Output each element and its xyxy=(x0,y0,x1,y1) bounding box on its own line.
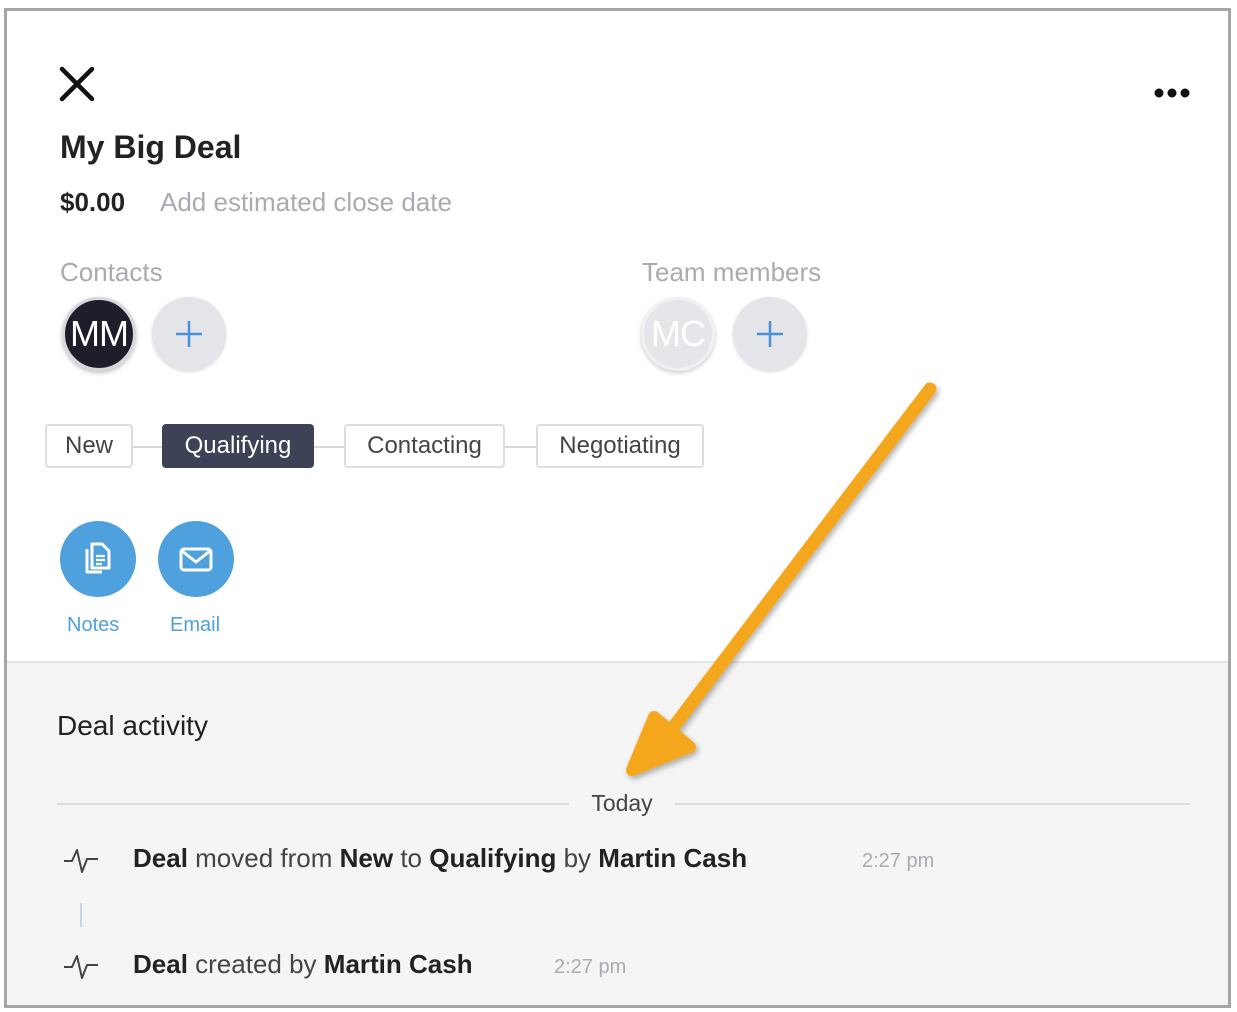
activity-user: Martin Cash xyxy=(323,949,473,979)
notes-label[interactable]: Notes xyxy=(67,614,119,637)
divider xyxy=(57,803,569,805)
add-contact-button[interactable] xyxy=(152,297,226,371)
day-label: Today xyxy=(591,790,653,816)
deal-title: My Big Deal xyxy=(60,129,242,165)
activity-to-stage: Qualifying xyxy=(429,843,557,873)
close-icon[interactable] xyxy=(59,66,95,102)
deal-detail-panel: My Big Deal $0.00 Add estimated close da… xyxy=(4,8,1231,1008)
activity-text-fragment: created by xyxy=(187,949,324,979)
notes-icon xyxy=(85,542,111,574)
activity-item-text: Deal moved from New to Qualifying by Mar… xyxy=(133,843,747,874)
divider xyxy=(675,803,1190,805)
team-members-label: Team members xyxy=(642,257,822,287)
deal-amount[interactable]: $0.00 xyxy=(60,187,125,218)
more-options-icon[interactable] xyxy=(1147,81,1197,105)
stage-new[interactable]: New xyxy=(45,424,133,468)
contacts-label: Contacts xyxy=(60,257,163,287)
activity-pulse-icon xyxy=(62,845,100,875)
activity-text-fragment: moved from xyxy=(187,843,340,873)
activity-time: 2:27 pm xyxy=(862,850,935,872)
activity-text-fragment: to xyxy=(393,843,430,873)
activity-pulse-icon xyxy=(62,951,100,981)
plus-icon xyxy=(757,321,783,347)
deal-activity-heading: Deal activity xyxy=(57,710,208,741)
close-date-link[interactable]: Add estimated close date xyxy=(160,187,452,218)
email-label[interactable]: Email xyxy=(170,614,220,637)
team-member-avatar[interactable]: MC xyxy=(641,297,715,371)
contact-avatar[interactable]: MM xyxy=(62,297,136,371)
plus-icon xyxy=(176,321,202,347)
activity-item-text: Deal created by Martin Cash xyxy=(133,949,473,980)
stage-contacting[interactable]: Contacting xyxy=(344,424,505,468)
activity-text-fragment: by xyxy=(556,843,599,873)
activity-from-stage: New xyxy=(339,843,394,873)
email-button[interactable] xyxy=(158,521,234,597)
activity-subject: Deal xyxy=(133,843,188,873)
envelope-icon xyxy=(179,547,213,572)
activity-user: Martin Cash xyxy=(598,843,748,873)
stage-qualifying[interactable]: Qualifying xyxy=(162,424,314,468)
activity-time: 2:27 pm xyxy=(554,956,627,978)
deal-activity-section: Deal activity Today Deal moved from New … xyxy=(7,661,1228,1005)
add-team-member-button[interactable] xyxy=(733,297,807,371)
stage-negotiating[interactable]: Negotiating xyxy=(536,424,704,468)
notes-button[interactable] xyxy=(60,521,136,597)
timeline-connector xyxy=(80,903,82,927)
activity-subject: Deal xyxy=(133,949,188,979)
